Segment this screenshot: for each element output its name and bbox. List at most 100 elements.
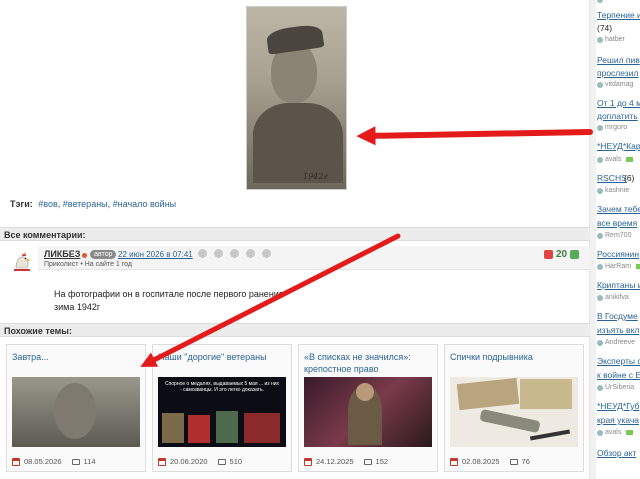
similar-card-meta: 24.12.2025 152: [304, 457, 388, 466]
similar-card-image[interactable]: [304, 377, 432, 447]
sidebar-item-meta: HarRam: [597, 263, 640, 270]
reply-icon[interactable]: [262, 249, 271, 258]
comment-author[interactable]: ЛИКБЕЗ: [44, 249, 80, 259]
similar-card-title[interactable]: Завтра...: [12, 351, 144, 363]
rating-value: 20: [556, 249, 568, 260]
rooster-avatar-icon[interactable]: [10, 250, 34, 274]
sidebar-item-title[interactable]: *НЕУД*Губ: [597, 401, 639, 411]
edit-icon[interactable]: [246, 249, 255, 258]
similar-card-meta: 02.08.2025 76: [450, 457, 530, 466]
similar-card-comments: 510: [229, 457, 243, 466]
sidebar-item-title-line2[interactable]: все время: [597, 218, 637, 228]
quote-icon[interactable]: [214, 249, 223, 258]
similar-card-comments: 114: [83, 457, 96, 466]
user-icon: [597, 36, 603, 43]
arrow-icon: [636, 264, 640, 269]
sidebar-item-title[interactable]: Зачем тебе: [597, 204, 640, 214]
sidebar-item-user[interactable]: anikifva: [605, 294, 629, 301]
comment-rating: 20: [544, 249, 580, 260]
similar-card-comments: 152: [375, 457, 389, 466]
sidebar-item-meta: Andreeve: [597, 339, 635, 346]
sidebar-item-user[interactable]: avals: [605, 429, 621, 436]
post-photo[interactable]: 1942г: [246, 6, 347, 190]
sidebar-item-title-line2[interactable]: прослезил: [597, 68, 638, 78]
sidebar-item-count: (6): [624, 173, 635, 183]
mail-icon[interactable]: [230, 249, 239, 258]
sidebar-item-title[interactable]: RSCHS: [597, 173, 627, 183]
similar-card-meta: 20.06.2020 510: [158, 457, 242, 466]
sidebar-item-user[interactable]: hatber: [605, 36, 625, 43]
sidebar-item-title-line2[interactable]: к войне с Е: [597, 370, 640, 380]
user-icon: [597, 156, 603, 163]
similar-card[interactable]: Завтра... 08.05.2026 114: [6, 344, 146, 472]
sidebar-item-title[interactable]: Решил пив: [597, 55, 640, 65]
calendar-icon: [304, 457, 312, 466]
sidebar-item-user[interactable]: UrSiberia: [605, 384, 634, 391]
sidebar-item-title-line2[interactable]: края укача: [597, 415, 639, 425]
sidebar-item-user[interactable]: Andreeve: [605, 339, 635, 346]
sidebar-item-count: (74): [597, 23, 613, 33]
similar-card-title[interactable]: «В списках не значился»: крепостное прав…: [304, 351, 436, 375]
sidebar-item-title[interactable]: *НЕУД*Кар: [597, 141, 640, 151]
sidebar-item-user[interactable]: Rem700: [605, 232, 631, 239]
similar-card-image-caption: Спорное о медалях, выдаваемых 5 мая ... …: [164, 381, 280, 393]
similar-card-meta: 08.05.2026 114: [12, 457, 96, 466]
sidebar-item-user[interactable]: HarRam: [605, 263, 631, 270]
comments-header: Все комментарии:: [0, 227, 590, 241]
similar-header: Похожие темы:: [0, 323, 590, 337]
sidebar-item-title[interactable]: Эксперты с: [597, 356, 640, 366]
sidebar-item-title[interactable]: Терпение и: [597, 10, 640, 20]
user-icon: [597, 232, 603, 239]
comment-icon: [363, 458, 372, 465]
sidebar-item-user[interactable]: vitdamag: [605, 81, 633, 88]
similar-card-comments: 76: [521, 457, 530, 466]
photo-figure-cap: [265, 23, 325, 55]
similar-card[interactable]: Наши "дорогие" ветераны Спорное о медаля…: [152, 344, 292, 472]
tags-label: Тэги:: [10, 199, 33, 209]
sidebar-item-meta: avals: [597, 156, 634, 163]
vote-up-icon[interactable]: [570, 250, 580, 259]
sidebar-item-title[interactable]: Обзор акт: [597, 448, 636, 458]
sidebar-item-title-line2[interactable]: доплатить: [597, 111, 638, 121]
post-tags: Тэги: #вов, #ветераны, #начало войны: [10, 199, 177, 209]
comment-text-line: На фотографии он в госпитале после перво…: [54, 289, 284, 299]
similar-card-date: 20.06.2020: [170, 457, 208, 466]
comment-date[interactable]: 22 июн 2026 в 07:41: [118, 250, 193, 259]
help-icon[interactable]: [198, 249, 207, 258]
arrow-icon: [626, 157, 634, 162]
user-icon: [597, 294, 603, 301]
user-icon: [597, 187, 603, 194]
comment-text-line: зима 1942г: [54, 302, 101, 312]
tag-link[interactable]: #вов: [38, 199, 57, 209]
sidebar-item-user[interactable]: mrgoro: [605, 124, 627, 131]
calendar-icon: [12, 457, 20, 466]
sidebar-item-title[interactable]: Криптаны и: [597, 280, 640, 290]
photo-signature: 1942г: [303, 172, 328, 181]
similar-card-image[interactable]: [12, 377, 140, 447]
sidebar-item-user[interactable]: avals: [605, 156, 621, 163]
similar-card[interactable]: Спички подрывника 02.08.2025 76: [444, 344, 584, 472]
sidebar-item-title-line2[interactable]: изъять вкл: [597, 325, 639, 335]
comment-actions: [198, 249, 271, 258]
similar-card-title[interactable]: Наши "дорогие" ветераны: [158, 351, 290, 363]
comment-icon: [217, 458, 226, 465]
sidebar-item-title[interactable]: От 1 до 4 м: [597, 98, 640, 108]
sidebar-item-title[interactable]: Россиянин: [597, 249, 639, 259]
similar-card-image[interactable]: [450, 377, 578, 447]
similar-card-image[interactable]: Спорное о медалях, выдаваемых 5 мая ... …: [158, 377, 286, 447]
sidebar-item-title[interactable]: В Госдуме: [597, 311, 638, 321]
arrow-icon: [626, 430, 634, 435]
tag-link[interactable]: #начало войны: [113, 199, 177, 209]
tag-link[interactable]: #ветераны: [63, 199, 108, 209]
similar-card-title[interactable]: Спички подрывника: [450, 351, 582, 363]
photo-figure-coat: [253, 103, 343, 183]
sidebar-item-user[interactable]: kashnie: [605, 187, 629, 194]
sidebar-discussions: Терпение и (74) hatber Решил пив прослез…: [597, 0, 640, 479]
user-icon: [597, 263, 603, 270]
vote-down-icon[interactable]: [544, 250, 553, 259]
sidebar-item-meta: Rem700: [597, 232, 631, 239]
similar-card[interactable]: «В списках не значился»: крепостное прав…: [298, 344, 438, 472]
sidebar-item-meta: kashnie: [597, 187, 629, 194]
page-scrollbar[interactable]: [590, 0, 596, 479]
calendar-icon: [158, 457, 166, 466]
